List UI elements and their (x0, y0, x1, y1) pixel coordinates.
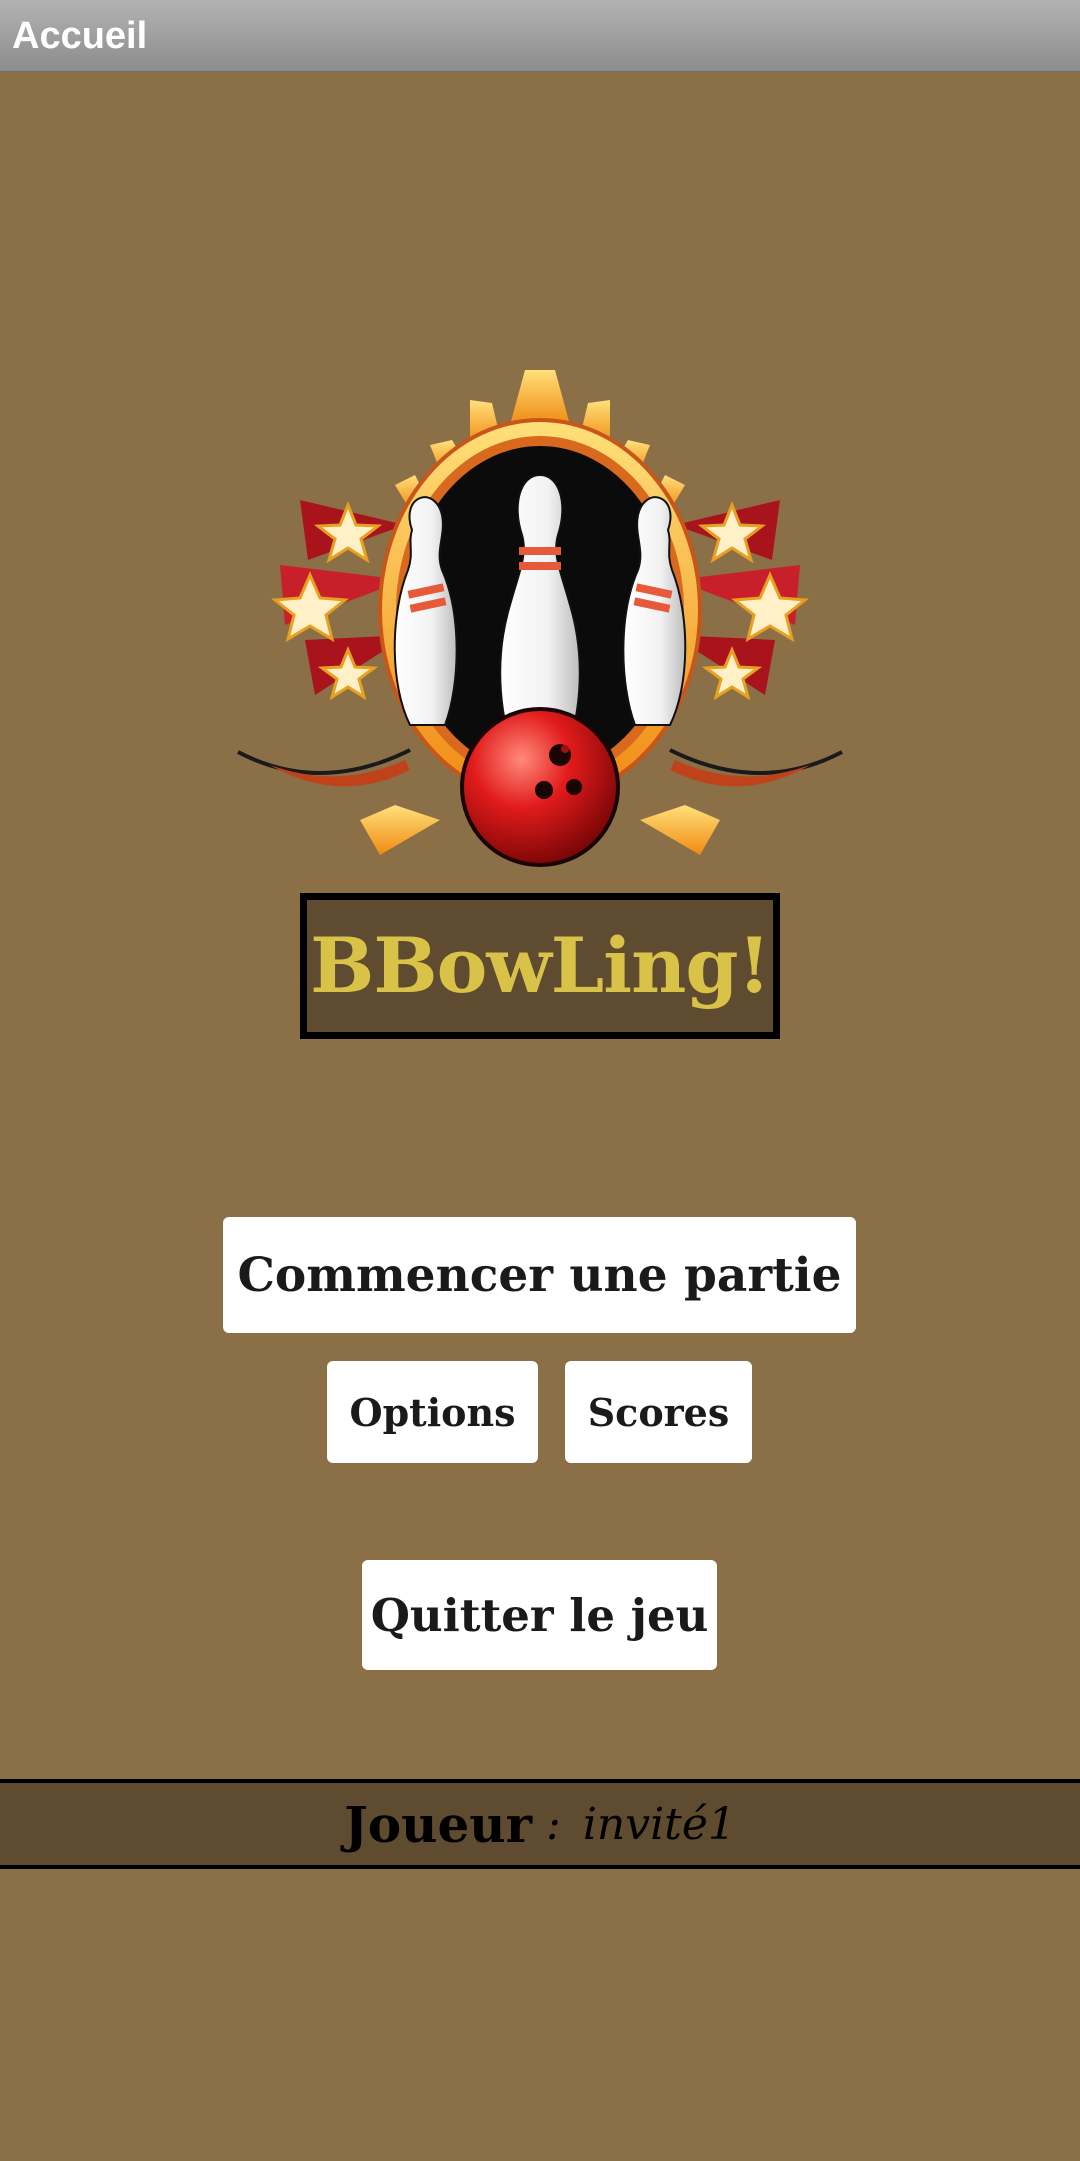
options-button[interactable]: Options (327, 1361, 538, 1463)
quit-game-button[interactable]: Quitter le jeu (362, 1560, 717, 1670)
player-bar: Joueur : invité1 (0, 1779, 1080, 1869)
player-separator: : (545, 1798, 561, 1850)
start-game-button[interactable]: Commencer une partie (223, 1217, 856, 1333)
app-title: BBowLing! (310, 921, 771, 1010)
player-name: invité1 (582, 1798, 736, 1850)
title-bar: Accueil (0, 0, 1080, 72)
player-label: Joueur (344, 1794, 532, 1854)
app-title-box: BBowLing! (300, 893, 780, 1039)
bowling-logo-icon (237, 370, 843, 867)
screen-title: Accueil (12, 15, 148, 57)
scores-button[interactable]: Scores (565, 1361, 752, 1463)
